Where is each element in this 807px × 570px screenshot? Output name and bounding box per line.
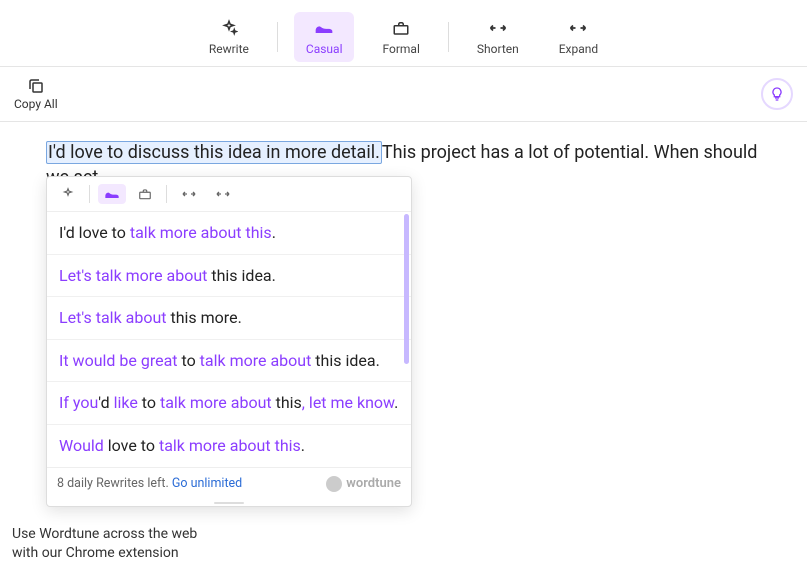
brand-label: wordtune <box>326 476 401 492</box>
popup-shorten-button[interactable] <box>175 184 203 204</box>
footer-note: Use Wordtune across the web with our Chr… <box>12 525 197 564</box>
rewrites-left-text: 8 daily Rewrites left. <box>57 476 172 491</box>
shorten-button[interactable]: Shorten <box>465 12 531 62</box>
suggestions-popup: I'd love to talk more about this.Let's t… <box>46 176 412 507</box>
suggestion-item[interactable]: Would love to talk more about this. <box>47 425 411 467</box>
popup-divider <box>89 185 90 203</box>
popup-formal-button[interactable] <box>132 184 158 204</box>
expand-label: Expand <box>559 42 598 56</box>
formal-label: Formal <box>382 42 419 56</box>
suggestion-item[interactable]: Let's talk about this more. <box>47 297 411 340</box>
brand-text: wordtune <box>346 476 401 491</box>
brand-logo-icon <box>326 476 342 492</box>
scrollbar[interactable] <box>404 214 409 364</box>
copy-all-label: Copy All <box>14 97 58 111</box>
rewrite-button[interactable]: Rewrite <box>197 12 261 62</box>
idea-button[interactable] <box>761 78 793 110</box>
bulb-icon <box>769 86 785 102</box>
suggestions-list: I'd love to talk more about this.Let's t… <box>47 212 411 467</box>
main-toolbar: Rewrite Casual Formal Shorten Expand <box>0 0 807 67</box>
toolbar-divider <box>448 22 449 52</box>
copy-icon <box>27 77 45 95</box>
action-bar: Copy All <box>0 67 807 122</box>
suggestion-item[interactable]: It would be great to talk more about thi… <box>47 340 411 383</box>
casual-button[interactable]: Casual <box>294 12 355 62</box>
popup-footer: 8 daily Rewrites left. Go unlimited word… <box>47 467 411 500</box>
suggestion-item[interactable]: If you'd like to talk more about this, l… <box>47 382 411 425</box>
popup-divider <box>166 185 167 203</box>
go-unlimited-link[interactable]: Go unlimited <box>172 476 242 491</box>
popup-expand-button[interactable] <box>209 184 237 204</box>
sneaker-icon <box>314 18 334 38</box>
sparkle-icon <box>220 18 238 38</box>
briefcase-icon <box>392 18 410 38</box>
expand-button[interactable]: Expand <box>547 12 610 62</box>
expand-icon <box>568 18 588 38</box>
suggestion-item[interactable]: Let's talk more about this idea. <box>47 255 411 298</box>
popup-casual-button[interactable] <box>98 184 126 204</box>
highlighted-text: I'd love to discuss this idea in more de… <box>46 141 382 164</box>
footer-line-1: Use Wordtune across the web <box>12 525 197 545</box>
shorten-icon <box>488 18 508 38</box>
resize-handle[interactable] <box>47 500 411 506</box>
casual-label: Casual <box>306 42 343 56</box>
popup-rewrite-button[interactable] <box>55 183 81 205</box>
suggestion-item[interactable]: I'd love to talk more about this. <box>47 212 411 255</box>
popup-toolbar <box>47 177 411 212</box>
shorten-label: Shorten <box>477 42 519 56</box>
toolbar-divider <box>277 22 278 52</box>
footer-line-2: with our Chrome extension <box>12 544 197 564</box>
formal-button[interactable]: Formal <box>370 12 431 62</box>
copy-all-button[interactable]: Copy All <box>14 77 58 111</box>
rewrite-label: Rewrite <box>209 42 249 56</box>
